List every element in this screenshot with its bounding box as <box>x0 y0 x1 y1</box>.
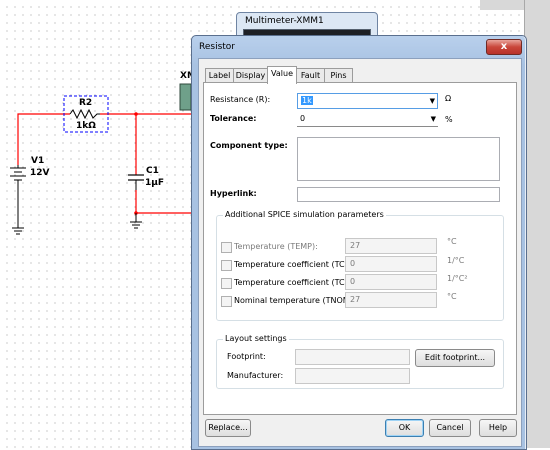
c1-value-label: 1µF <box>145 178 165 188</box>
manufacturer-label: Manufacturer: <box>227 371 284 380</box>
workspace-edge <box>524 0 550 448</box>
r2-value-label: 1kΩ <box>76 121 96 131</box>
tc1-value: 0 <box>350 259 356 268</box>
resistance-label: Resistance (R): <box>210 95 271 104</box>
tc1-field[interactable]: 0 <box>345 256 437 272</box>
footprint-label: Footprint: <box>227 352 266 361</box>
tolerance-combo[interactable]: 0 ▼ <box>297 112 438 127</box>
r2-name-label: R2 <box>79 98 93 108</box>
resistor-dialog[interactable]: Resistor x Label Display Value Fault Pin… <box>191 35 527 450</box>
temp-checkbox[interactable] <box>221 242 232 253</box>
temp-field[interactable]: 27 <box>345 238 437 254</box>
tnom-field[interactable]: 27 <box>345 292 437 308</box>
tab-value[interactable]: Value <box>267 66 297 84</box>
manufacturer-field[interactable] <box>295 368 410 384</box>
resistance-combo[interactable]: 1k ▼ <box>297 93 438 109</box>
tolerance-label: Tolerance: <box>210 114 257 123</box>
chevron-down-icon[interactable]: ▼ <box>430 94 435 108</box>
tnom-unit: °C <box>447 292 457 301</box>
tnom-value: 27 <box>350 295 361 304</box>
multimeter-symbol <box>179 83 192 111</box>
tc1-checkbox[interactable] <box>221 260 232 271</box>
layout-group-title: Layout settings <box>223 334 289 343</box>
resistance-value: 1k <box>301 96 313 105</box>
tab-display[interactable]: Display <box>233 68 268 83</box>
tab-pins[interactable]: Pins <box>324 68 353 83</box>
tc2-label: Temperature coefficient (TC2): <box>234 278 356 287</box>
c1-name-label: C1 <box>146 166 159 176</box>
help-button[interactable]: Help <box>479 419 517 437</box>
footprint-field[interactable] <box>295 349 410 365</box>
resistor-r2-symbol <box>69 108 100 120</box>
capacitor-c1-symbol <box>128 174 144 181</box>
tab-fault[interactable]: Fault <box>296 68 325 83</box>
value-tab-panel: Resistance (R): 1k ▼ Ω Tolerance: 0 ▼ % … <box>203 82 517 415</box>
dialog-content: Label Display Value Fault Pins Resistanc… <box>198 58 522 447</box>
tc2-unit: 1/°C² <box>447 274 468 283</box>
tab-label[interactable]: Label <box>205 68 234 83</box>
tc2-field[interactable]: 0 <box>345 274 437 290</box>
tolerance-unit: % <box>445 115 453 124</box>
multimeter-window-title: Multimeter-XMM1 <box>245 16 324 26</box>
temp-label: Temperature (TEMP): <box>234 242 318 251</box>
spice-params-group: Additional SPICE simulation parameters T… <box>216 210 504 321</box>
ground-symbol <box>130 213 142 229</box>
tc1-unit: 1/°C <box>447 256 465 265</box>
v1-name-label: V1 <box>31 156 45 166</box>
v1-value-label: 12V <box>30 168 50 178</box>
layout-settings-group: Layout settings Footprint: Edit footprin… <box>216 334 504 389</box>
component-type-field[interactable] <box>297 137 500 181</box>
tc2-checkbox[interactable] <box>221 278 232 289</box>
tnom-label: Nominal temperature (TNOM): <box>234 296 356 305</box>
chevron-down-icon[interactable]: ▼ <box>431 112 436 126</box>
temp-unit: °C <box>447 237 457 246</box>
junction-dot <box>134 112 138 116</box>
hyperlink-label: Hyperlink: <box>210 189 257 198</box>
component-type-label: Component type: <box>210 141 288 150</box>
battery-v1-symbol <box>10 165 26 228</box>
tc2-value: 0 <box>350 277 356 286</box>
ground-symbol <box>12 227 24 235</box>
replace-button[interactable]: Replace... <box>205 419 251 437</box>
close-button[interactable]: x <box>486 39 522 55</box>
tc1-label: Temperature coefficient (TC1): <box>234 260 356 269</box>
dialog-title: Resistor <box>199 42 235 52</box>
temp-value: 27 <box>350 241 361 250</box>
edit-footprint-button[interactable]: Edit footprint... <box>415 349 495 367</box>
cancel-button[interactable]: Cancel <box>429 419 471 437</box>
tnom-checkbox[interactable] <box>221 296 232 307</box>
close-icon: x <box>500 41 508 52</box>
hyperlink-field[interactable] <box>297 187 500 202</box>
tolerance-value: 0 <box>300 114 306 123</box>
resistance-unit: Ω <box>445 94 452 103</box>
spice-group-title: Additional SPICE simulation parameters <box>223 210 386 219</box>
ok-button[interactable]: OK <box>385 419 424 437</box>
